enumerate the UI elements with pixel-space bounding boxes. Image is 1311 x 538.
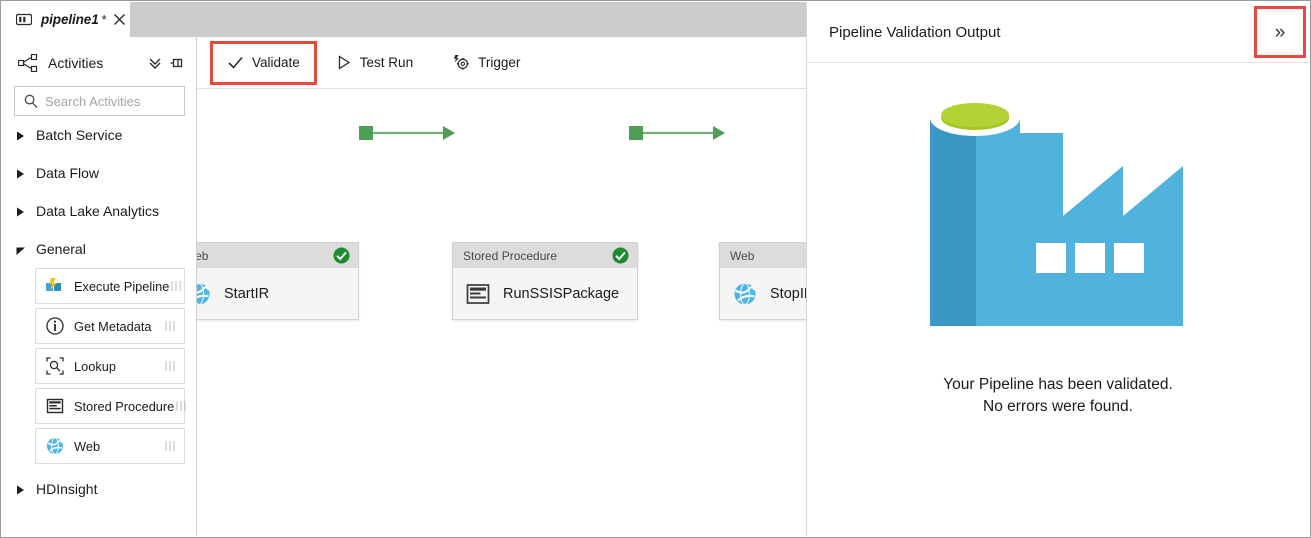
pin-icon[interactable] [169,55,185,71]
connector-startir-to-runssispackage [359,126,455,140]
node-body: StartIR [197,268,358,320]
category-label: HDInsight [36,481,98,497]
activity-label: Lookup [74,358,116,374]
trigger-button[interactable]: Trigger [441,45,532,81]
category-data-flow[interactable]: Data Flow [2,154,196,192]
collapse-panel-button[interactable]: » [1254,6,1306,58]
activities-header: Activities [2,45,196,81]
chevron-right-icon [16,483,26,495]
validate-button[interactable]: Validate [210,40,317,85]
pipeline-graph[interactable]: Web [197,89,806,536]
test-run-button[interactable]: Test Run [323,45,425,81]
node-type-label: Stored Procedure [463,248,558,263]
pipeline-toolbar: Validate Test Run Trigger [197,37,806,89]
activity-category-list: Batch Service Data Flow Data Lake Analyt… [2,116,196,508]
node-valid-check-icon [612,247,629,264]
node-type-label: Web [730,248,755,263]
validation-panel-title: Pipeline Validation Output [829,23,1001,41]
validation-output-panel: Pipeline Validation Output » Your Pipeli… [806,2,1309,536]
pipeline-node-runssispackage[interactable]: Stored Procedure RunSSISPackage [452,242,638,320]
drag-handle-icon[interactable] [163,319,177,333]
node-header: Web [720,243,806,268]
get-metadata-icon [45,316,65,336]
web-icon [45,436,65,456]
activity-execute-pipeline[interactable]: Execute Pipeline [35,268,185,304]
activities-network-icon [17,53,38,73]
validate-label: Validate [252,55,300,70]
stored-procedure-icon [45,396,65,416]
category-general[interactable]: General [2,230,196,268]
category-batch-service[interactable]: Batch Service [2,116,196,154]
tab-label: pipeline1 [41,12,99,27]
category-label: Batch Service [36,127,123,143]
category-label: Data Flow [36,165,100,181]
node-type-label: Web [197,248,209,263]
pipeline-icon [15,13,33,26]
category-hdinsight[interactable]: HDInsight [2,470,196,508]
chevron-down-icon [16,243,26,255]
node-name-label: RunSSISPackage [503,286,620,302]
chevron-right-icon [16,167,26,179]
trigger-gear-icon [453,54,470,71]
search-activities-box[interactable] [14,86,185,116]
tab-strip: pipeline1 * [2,2,808,37]
activity-lookup[interactable]: Lookup [35,348,185,384]
node-body: StopIR [720,268,806,320]
validation-message-line2: No errors were found. [983,398,1133,416]
close-icon[interactable] [113,13,126,26]
test-run-label: Test Run [359,55,414,70]
category-label: General [36,241,86,257]
drag-handle-icon[interactable] [163,359,177,373]
activity-label: Execute Pipeline [74,278,170,294]
play-icon [335,54,352,71]
node-valid-check-icon [333,247,350,264]
trigger-label: Trigger [478,55,521,70]
chevron-right-icon [16,129,26,141]
chevron-right-icon [16,205,26,217]
tab-dirty-marker: * [101,12,107,27]
validation-message: Your Pipeline has been validated. No err… [943,374,1173,419]
node-name-label: StopIR [770,286,806,302]
lookup-icon [45,356,65,376]
activity-label: Stored Procedure [74,398,175,414]
category-label: Data Lake Analytics [36,203,159,219]
connector-runssispackage-to-stopir [629,126,725,140]
activity-web[interactable]: Web [35,428,185,464]
double-chevron-down-icon[interactable] [147,55,163,71]
pipeline-node-stopir[interactable]: Web StopI [719,242,806,320]
drag-handle-icon[interactable] [174,399,188,413]
validation-panel-header: Pipeline Validation Output » [807,2,1309,63]
node-header: Stored Procedure [453,243,637,268]
validation-panel-body: Your Pipeline has been validated. No err… [807,63,1309,536]
activity-label: Get Metadata [74,318,152,334]
execute-pipeline-icon [45,276,65,296]
node-name-label: StartIR [224,286,270,302]
activity-label: Web [74,438,101,454]
node-body: RunSSISPackage [453,268,637,320]
adf-pipeline-editor: pipeline1 * Activities Search Activities… [0,0,1311,538]
pipeline-canvas-area: Validate Test Run Trigger b StartIR Stor… [197,37,806,536]
category-data-lake-analytics[interactable]: Data Lake Analytics [2,192,196,230]
checkmark-icon [227,54,244,71]
validation-message-line1: Your Pipeline has been validated. [943,376,1173,393]
drag-handle-icon[interactable] [163,439,177,453]
drag-handle-icon[interactable] [169,279,183,293]
factory-icon [930,100,1183,326]
double-chevron-right-icon: » [1274,21,1286,43]
search-input[interactable] [45,93,180,109]
pipeline-node-startir[interactable]: Web [197,242,359,320]
activity-get-metadata[interactable]: Get Metadata [35,308,185,344]
activity-stored-procedure[interactable]: Stored Procedure [35,388,188,424]
activities-pane: Activities Search Activities Batch Servi… [2,37,197,536]
search-icon [23,93,39,109]
tab-pipeline1[interactable]: pipeline1 * [2,2,130,37]
stored-procedure-icon [465,281,491,307]
web-icon [197,281,212,307]
web-icon [732,281,758,307]
node-header: Web [197,243,358,268]
activities-title: Activities [48,55,104,71]
